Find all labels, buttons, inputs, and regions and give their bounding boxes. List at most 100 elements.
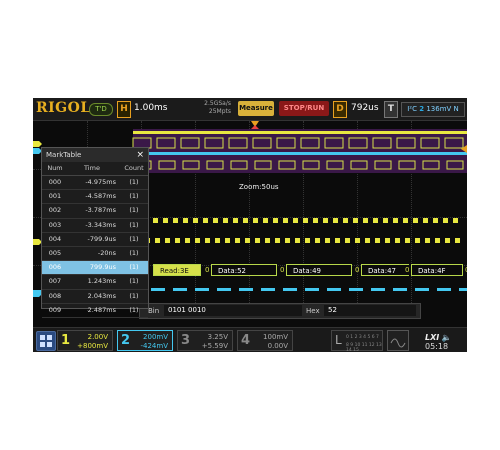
horizontal-label[interactable]: H: [117, 101, 131, 118]
mark-cell-time: -3.343ms: [85, 220, 116, 229]
oscilloscope-screen: RIGOL T'D H 1.00ms 2.5GSa/s 25Mpts Measu…: [33, 98, 467, 352]
mark-table-row[interactable]: 002 -3.787ms (1): [42, 204, 148, 219]
mark-cell-num: 005: [48, 248, 62, 257]
channel-scale: 2.00V: [87, 333, 108, 341]
rigol-logo: RIGOL: [36, 100, 91, 116]
mark-cell-count: (1): [129, 234, 139, 243]
mark-table-row[interactable]: 008 2.043ms (1): [42, 290, 148, 304]
hex-label: Hex: [306, 307, 320, 315]
ch1-zoom-pulse: [263, 218, 268, 223]
ch1-zoom-pulse: [165, 238, 170, 243]
trigger-source: 2: [419, 105, 425, 113]
mark-table-row[interactable]: 004 -799.9us (1): [42, 233, 148, 247]
decode-data-frame: Data:52: [211, 264, 277, 276]
trigger-level: 136mV: [426, 105, 452, 113]
bin-hex-panel[interactable]: Bin 0101 0010 Hex 52: [139, 303, 421, 319]
mark-cell-count: (1): [129, 277, 139, 286]
ch1-zoom-pulse: [395, 238, 400, 243]
ch1-zoom-pulse: [343, 218, 348, 223]
ch2-zoom-pulse: [261, 288, 275, 291]
channel-4-box[interactable]: 4 100mV 0.00V: [237, 330, 293, 351]
mark-table-row[interactable]: 003 -3.343ms (1): [42, 219, 148, 233]
stop-run-button[interactable]: STOP/RUN: [279, 101, 329, 116]
ch1-zoom-pulse: [193, 218, 198, 223]
ch1-zoom-pulse: [453, 218, 458, 223]
decode-data-frame: Data:4F: [411, 264, 463, 276]
ch2-zoom-pulse: [195, 288, 209, 291]
mark-cell-time: 2.487ms: [87, 305, 116, 314]
mark-table-row[interactable]: 007 1.243ms (1): [42, 275, 148, 290]
mark-cell-count: (1): [129, 291, 139, 300]
ch1-zoom-pulse: [375, 238, 380, 243]
channel-3-box[interactable]: 3 3.25V +5.59V: [177, 330, 233, 351]
col-num: Num: [47, 164, 63, 172]
ch2-zoom-pulse: [459, 288, 467, 291]
zoom-label: Zoom:50us: [239, 183, 279, 191]
mark-table-panel[interactable]: MarkTable × Num Time Count 000 -4.975ms (1…: [41, 147, 149, 318]
ch2-zoom-pulse: [327, 288, 341, 291]
mark-table-row[interactable]: 009 2.487ms (1): [42, 304, 148, 318]
sample-rate: 2.5GSa/s: [204, 100, 231, 107]
ch1-zoom-pulse: [163, 218, 168, 223]
decode-ack: 0: [280, 266, 285, 274]
mark-table-row[interactable]: 005 -20ns (1): [42, 247, 148, 262]
ch1-zoom-pulse: [225, 238, 230, 243]
channel-2-box[interactable]: 2 200mV -424mV: [117, 330, 173, 351]
channel-1-box[interactable]: 1 2.00V +800mV: [57, 330, 113, 351]
ch1-zoom-pulse: [355, 238, 360, 243]
ch1-zoom-pulse: [385, 238, 390, 243]
math-channel-box[interactable]: [387, 330, 409, 351]
waveform-area[interactable]: Zoom:50us MarkTable × Num Time Count 000…: [33, 121, 467, 318]
ch2-zoom-pulse: [371, 288, 385, 291]
bin-value-field[interactable]: 0101 0010: [164, 305, 302, 316]
mark-table-row[interactable]: 000 -4.975ms (1): [42, 176, 148, 191]
ch1-zoom-pulse: [315, 238, 320, 243]
ch2-zoom-pulse: [415, 288, 429, 291]
mark-cell-count: (1): [129, 192, 139, 201]
ch1-zoom-pulse: [265, 238, 270, 243]
td-badge[interactable]: T'D: [89, 103, 113, 116]
channel-number: 4: [241, 333, 251, 348]
hex-value-field[interactable]: 52: [324, 305, 416, 316]
speaker-icon[interactable]: 🔈: [442, 333, 452, 342]
ch1-zoom-pulse: [313, 218, 318, 223]
mark-table-row[interactable]: 006 799.9us (1): [42, 261, 148, 276]
ch1-zoom-pulse: [433, 218, 438, 223]
channel-offset: -424mV: [140, 342, 169, 350]
ch1-zoom-pulse: [393, 218, 398, 223]
channel-number: 1: [61, 333, 71, 348]
mark-cell-num: 000: [48, 178, 62, 186]
ch1-zoom-pulse: [233, 218, 238, 223]
mark-cell-num: 004: [48, 234, 62, 243]
ch1-zoom-pulse: [405, 238, 410, 243]
measure-button[interactable]: Measure: [238, 101, 274, 116]
ch1-zoom-pulse: [323, 218, 328, 223]
ch1-zoom-pulse: [325, 238, 330, 243]
la-row-low: 0 1 2 3 4 5 6 7: [346, 335, 379, 340]
trigger-type: I²C: [407, 105, 417, 113]
menu-grid-icon[interactable]: [36, 331, 56, 351]
trigger-info[interactable]: I²C 2 136mV N: [401, 102, 465, 117]
close-icon[interactable]: ×: [136, 148, 144, 162]
channel-scale: 3.25V: [207, 333, 228, 341]
ch1-zoom-pulse: [383, 218, 388, 223]
mark-cell-time: -799.9us: [87, 234, 116, 243]
la-row-high: 8 9 10 11 12 13 14 15: [346, 343, 382, 352]
ch1-zoom-pulse: [373, 218, 378, 223]
delay-value[interactable]: 792us: [351, 101, 379, 116]
trigger-label[interactable]: T: [384, 101, 398, 118]
mark-cell-num: 009: [48, 305, 62, 314]
decode-ack: 0: [205, 266, 210, 274]
ch1-zoom-pulse: [243, 218, 248, 223]
la-channel-box[interactable]: L 0 1 2 3 4 5 6 7 8 9 10 11 12 13 14 15: [331, 330, 383, 352]
mark-cell-num: 002: [48, 206, 62, 215]
ch1-zoom-pulse: [213, 218, 218, 223]
mark-cell-count: (1): [129, 206, 139, 215]
decode-ack: 0: [465, 264, 467, 276]
col-count: Count: [124, 164, 144, 172]
timebase-value[interactable]: 1.00ms: [134, 101, 174, 116]
mark-table-row[interactable]: 001 -4.587ms (1): [42, 190, 148, 205]
delay-label[interactable]: D: [333, 101, 347, 118]
ch2-zoom-pulse: [217, 288, 231, 291]
ch2-zoom-pulse: [437, 288, 451, 291]
